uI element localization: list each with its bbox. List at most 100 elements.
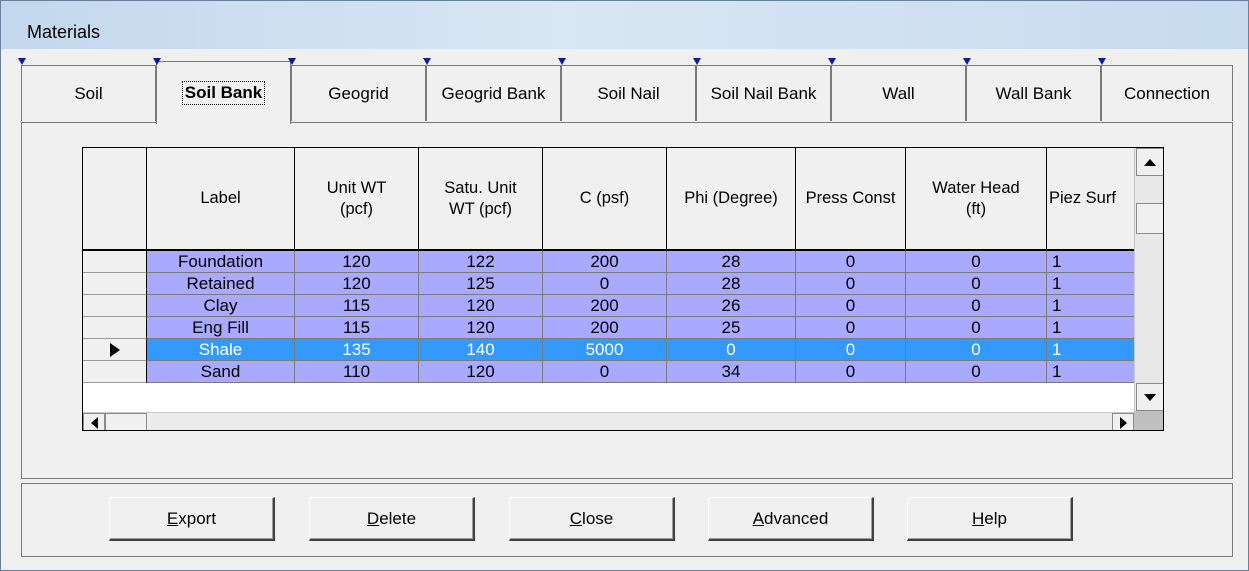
table-cell[interactable]: 115 xyxy=(295,317,419,339)
tab-soil-nail-bank[interactable]: Soil Nail Bank xyxy=(696,65,831,121)
table-cell[interactable]: Clay xyxy=(147,295,295,317)
tab-wall[interactable]: Wall xyxy=(831,65,966,121)
scroll-right-button[interactable] xyxy=(1112,413,1134,430)
tab-connection[interactable]: Connection xyxy=(1101,65,1233,121)
table-cell[interactable]: 1 xyxy=(1047,317,1134,339)
help-button[interactable]: Help xyxy=(907,497,1073,541)
column-header[interactable]: C (psf) xyxy=(543,148,667,251)
materials-window: Materials Soil Soil Bank Geogrid Geogrid… xyxy=(0,0,1249,571)
table-cell[interactable]: Shale xyxy=(147,339,295,361)
access-key: A xyxy=(752,508,765,528)
column-header[interactable]: Phi (Degree) xyxy=(667,148,796,251)
access-key: C xyxy=(569,508,583,528)
button-label: lose xyxy=(582,508,614,528)
table-cell[interactable]: 120 xyxy=(419,295,543,317)
export-button[interactable]: Export xyxy=(109,497,275,541)
table-cell[interactable]: 200 xyxy=(543,317,667,339)
advanced-button[interactable]: Advanced xyxy=(708,497,874,541)
column-header[interactable]: Press Const xyxy=(796,148,906,251)
delete-button[interactable]: Delete xyxy=(309,497,475,541)
table-cell[interactable]: 0 xyxy=(906,317,1047,339)
table-cell[interactable]: 110 xyxy=(295,361,419,383)
table-cell[interactable]: 28 xyxy=(667,273,796,295)
table-cell[interactable]: 1 xyxy=(1047,251,1134,273)
table-cell[interactable]: 115 xyxy=(295,295,419,317)
table-cell[interactable]: 26 xyxy=(667,295,796,317)
row-selector[interactable] xyxy=(83,339,147,361)
row-selector[interactable] xyxy=(83,251,147,273)
table-cell[interactable]: 120 xyxy=(419,317,543,339)
tab-soil-bank[interactable]: Soil Bank xyxy=(156,61,291,124)
table-cell[interactable]: Eng Fill xyxy=(147,317,295,339)
table-cell[interactable]: 0 xyxy=(796,339,906,361)
table-cell[interactable]: 120 xyxy=(419,361,543,383)
row-selector[interactable] xyxy=(83,361,147,383)
tab-label: Soil Bank xyxy=(181,81,266,105)
tab-soil-nail[interactable]: Soil Nail xyxy=(561,65,696,121)
tab-geogrid[interactable]: Geogrid xyxy=(291,65,426,121)
table-cell[interactable]: Sand xyxy=(147,361,295,383)
table-cell[interactable]: 0 xyxy=(906,339,1047,361)
column-header[interactable]: Satu. Unit WT (pcf) xyxy=(419,148,543,251)
table-cell[interactable]: 0 xyxy=(796,273,906,295)
tab-label: Wall xyxy=(882,83,915,103)
scroll-down-button[interactable] xyxy=(1136,383,1163,411)
scroll-thumb-horizontal[interactable] xyxy=(105,413,147,430)
table-cell[interactable]: Retained xyxy=(147,273,295,295)
table-cell[interactable]: 125 xyxy=(419,273,543,295)
soil-bank-grid[interactable]: Label Unit WT (pcf) Satu. Unit WT (pcf) … xyxy=(82,147,1164,431)
column-header[interactable]: Water Head (ft) xyxy=(906,148,1047,251)
table-cell[interactable]: 122 xyxy=(419,251,543,273)
table-cell[interactable]: 0 xyxy=(796,295,906,317)
table-cell[interactable]: 0 xyxy=(796,361,906,383)
button-label: elp xyxy=(984,508,1007,528)
table-cell[interactable]: 28 xyxy=(667,251,796,273)
tab-label: Soil Nail xyxy=(597,83,660,103)
tab-label: Soil Nail Bank xyxy=(710,83,817,103)
access-key: E xyxy=(166,508,179,528)
row-selector[interactable] xyxy=(83,295,147,317)
tab-wall-bank[interactable]: Wall Bank xyxy=(966,65,1101,121)
horizontal-scrollbar[interactable] xyxy=(83,412,1134,430)
table-cell[interactable]: 120 xyxy=(295,273,419,295)
table-cell[interactable]: 34 xyxy=(667,361,796,383)
table-cell[interactable]: Foundation xyxy=(147,251,295,273)
table-cell[interactable]: 120 xyxy=(295,251,419,273)
table-cell[interactable]: 200 xyxy=(543,251,667,273)
table-cell[interactable]: 0 xyxy=(543,273,667,295)
table-cell[interactable]: 0 xyxy=(906,251,1047,273)
table-cell[interactable]: 0 xyxy=(906,273,1047,295)
row-selector[interactable] xyxy=(83,273,147,295)
column-header[interactable]: Piez Surf xyxy=(1047,148,1134,251)
table-cell[interactable]: 0 xyxy=(906,295,1047,317)
tab-marker-icon xyxy=(1098,58,1106,65)
title-bar[interactable]: Materials xyxy=(1,1,1248,49)
table-cell[interactable]: 1 xyxy=(1047,295,1134,317)
table-cell[interactable]: 0 xyxy=(796,317,906,339)
table-cell[interactable]: 140 xyxy=(419,339,543,361)
table-cell[interactable]: 0 xyxy=(796,251,906,273)
scroll-thumb[interactable] xyxy=(1136,203,1163,234)
tab-marker-icon xyxy=(558,58,566,65)
column-header[interactable]: Unit WT (pcf) xyxy=(295,148,419,251)
table-cell[interactable]: 0 xyxy=(906,361,1047,383)
table-cell[interactable]: 200 xyxy=(543,295,667,317)
column-header[interactable]: Label xyxy=(147,148,295,251)
scroll-left-button[interactable] xyxy=(83,413,105,430)
tab-soil[interactable]: Soil xyxy=(21,65,156,121)
table-cell[interactable]: 1 xyxy=(1047,273,1134,295)
vertical-scrollbar[interactable] xyxy=(1134,148,1163,411)
table-cell[interactable]: 1 xyxy=(1047,339,1134,361)
tab-label: Wall Bank xyxy=(995,83,1072,103)
table-cell[interactable]: 1 xyxy=(1047,361,1134,383)
table-cell[interactable]: 25 xyxy=(667,317,796,339)
table-cell[interactable]: 5000 xyxy=(543,339,667,361)
tab-marker-icon xyxy=(828,58,836,65)
table-cell[interactable]: 0 xyxy=(667,339,796,361)
table-cell[interactable]: 0 xyxy=(543,361,667,383)
scroll-up-button[interactable] xyxy=(1136,148,1163,176)
table-cell[interactable]: 135 xyxy=(295,339,419,361)
close-button[interactable]: Close xyxy=(509,497,675,541)
row-selector[interactable] xyxy=(83,317,147,339)
tab-geogrid-bank[interactable]: Geogrid Bank xyxy=(426,65,561,121)
